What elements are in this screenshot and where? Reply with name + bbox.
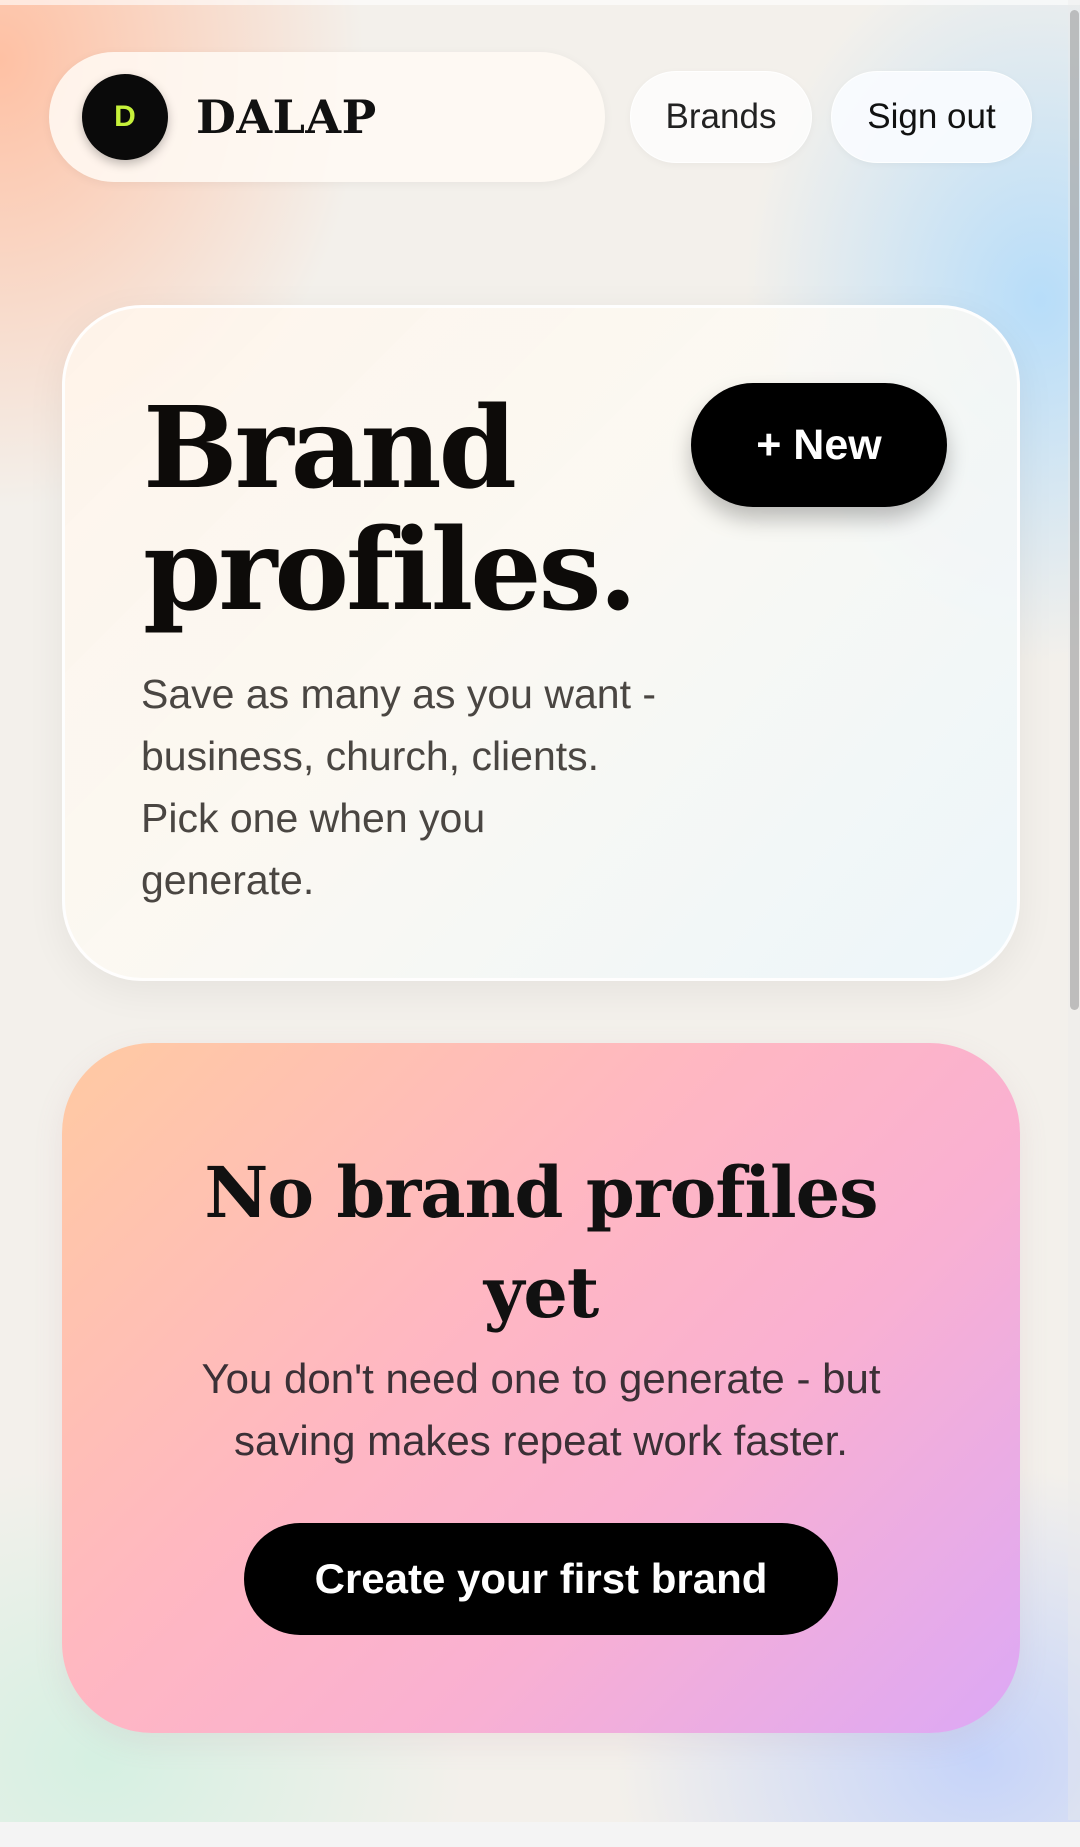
page-title-line-1: Brand [143,383,517,514]
sign-out-button[interactable]: Sign out [831,71,1032,163]
logo-icon: D [82,74,168,160]
empty-state-description: You don't need one to generate - but sav… [201,1355,881,1464]
new-brand-button[interactable]: + New [691,383,947,507]
brand-profiles-header-card: Brand profiles. Save as many as you want… [62,305,1020,981]
logo-wordmark: DALAP [196,90,377,144]
bottom-edge [0,1822,1080,1847]
create-first-brand-button[interactable]: Create your first brand [244,1523,838,1635]
page-title: Brand profiles. [143,388,743,632]
brands-nav-button[interactable]: Brands [630,71,812,163]
top-edge [0,0,1080,5]
empty-state-title: No brand profiles yet [204,1151,878,1334]
page-description: Save as many as you want - business, chu… [141,671,657,903]
scrollbar[interactable] [1068,0,1080,1820]
page-title-line-2: profiles. [143,505,638,636]
scrollbar-thumb[interactable] [1070,10,1079,1010]
brand-home-link[interactable]: D DALAP [49,52,605,182]
empty-state-card: No brand profiles yet You don't need one… [62,1043,1020,1733]
